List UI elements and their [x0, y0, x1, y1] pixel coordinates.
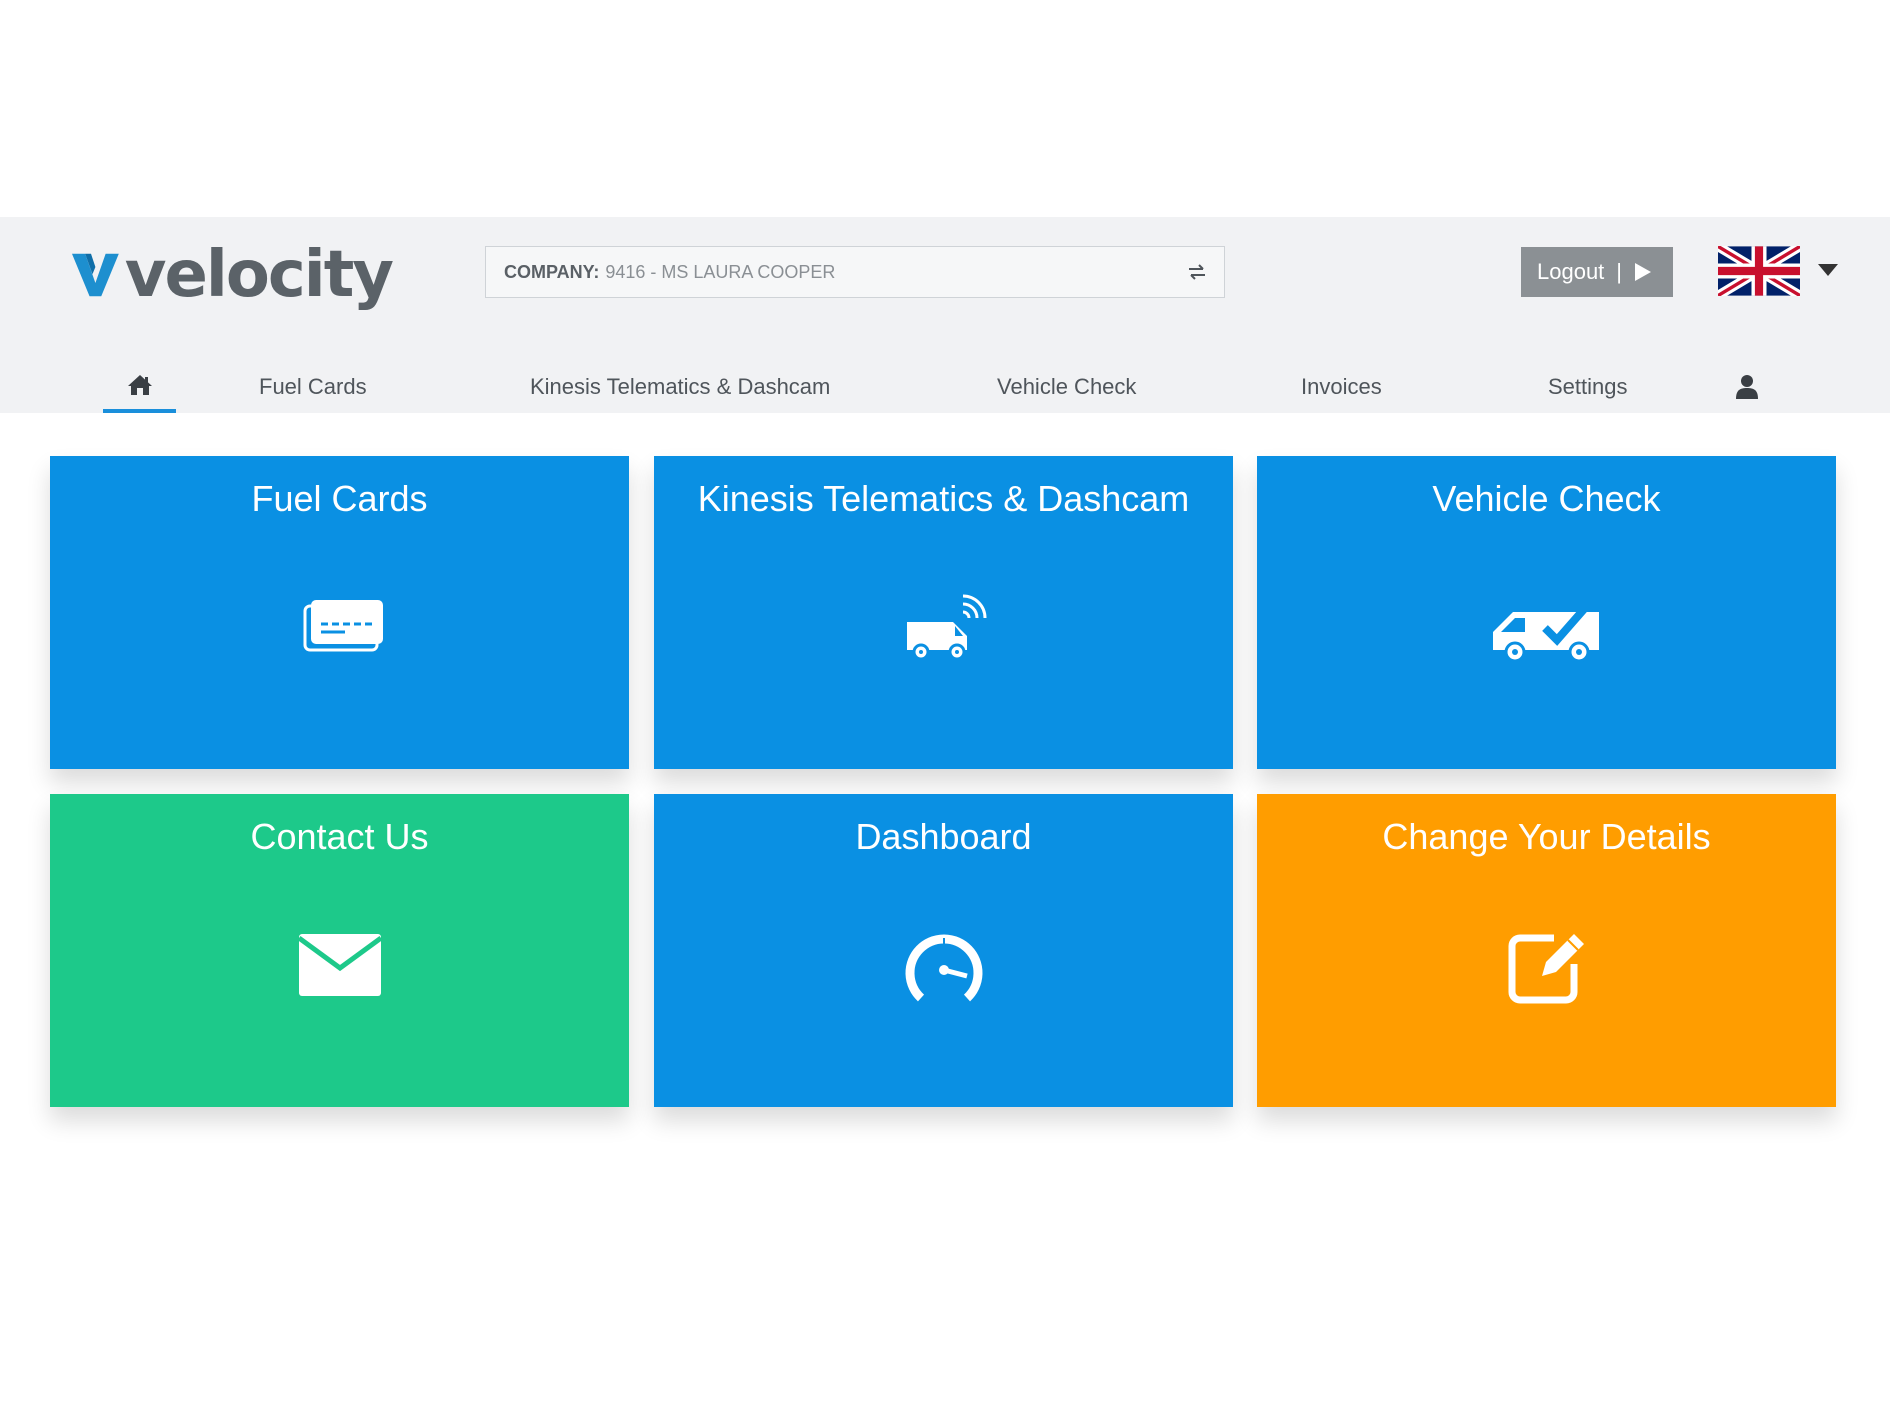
envelope-icon	[295, 924, 385, 1004]
logout-label: Logout	[1537, 259, 1605, 284]
nav-invoices[interactable]: Invoices	[1301, 360, 1382, 413]
nav-kinesis-telematics[interactable]: Kinesis Telematics & Dashcam	[530, 360, 830, 413]
logo-text: velocity	[124, 238, 394, 312]
tile-title: Kinesis Telematics & Dashcam	[697, 478, 1190, 519]
page: velocity COMPANY: 9416 - MS LAURA COOPER…	[0, 0, 1890, 1417]
nav-fuel-cards[interactable]: Fuel Cards	[259, 360, 367, 413]
tile-vehicle-check[interactable]: Vehicle Check	[1257, 456, 1836, 769]
company-selector[interactable]: COMPANY: 9416 - MS LAURA COOPER	[485, 246, 1225, 298]
logout-button[interactable]: Logout |	[1521, 247, 1673, 297]
tile-title: Fuel Cards	[251, 478, 428, 519]
speedometer-icon	[899, 924, 989, 1004]
nav-user[interactable]	[1735, 360, 1759, 413]
logout-separator: |	[1616, 259, 1623, 284]
tile-contact-us[interactable]: Contact Us	[50, 794, 629, 1107]
nav-vehicle-check[interactable]: Vehicle Check	[997, 360, 1136, 413]
main-nav: Fuel Cards Kinesis Telematics & Dashcam …	[0, 360, 1890, 413]
tile-dashboard[interactable]: Dashboard	[654, 794, 1233, 1107]
company-value: 9416 - MS LAURA COOPER	[605, 261, 836, 282]
tile-kinesis-telematics[interactable]: Kinesis Telematics & Dashcam	[654, 456, 1233, 769]
language-dropdown-caret-icon[interactable]	[1818, 264, 1838, 276]
card-stack-icon	[295, 586, 385, 666]
van-signal-icon	[899, 586, 989, 666]
nav-home[interactable]	[103, 360, 176, 413]
company-label: COMPANY:	[504, 261, 600, 282]
tile-title: Dashboard	[855, 816, 1032, 857]
nav-settings[interactable]: Settings	[1548, 360, 1628, 413]
van-check-icon	[1487, 586, 1607, 666]
home-icon	[127, 374, 152, 395]
tile-change-your-details[interactable]: Change Your Details	[1257, 794, 1836, 1107]
user-icon	[1736, 374, 1758, 399]
uk-flag-icon[interactable]	[1718, 246, 1800, 296]
tile-fuel-cards[interactable]: Fuel Cards	[50, 456, 629, 769]
swap-icon[interactable]	[1186, 261, 1208, 283]
tile-title: Contact Us	[250, 816, 429, 857]
edit-icon	[1502, 924, 1592, 1004]
tile-title: Vehicle Check	[1432, 478, 1661, 519]
velocity-logo-mark-icon	[72, 253, 119, 297]
velocity-logo[interactable]: velocity	[72, 236, 394, 314]
tile-title: Change Your Details	[1382, 816, 1711, 857]
play-arrow-icon	[1635, 263, 1652, 281]
